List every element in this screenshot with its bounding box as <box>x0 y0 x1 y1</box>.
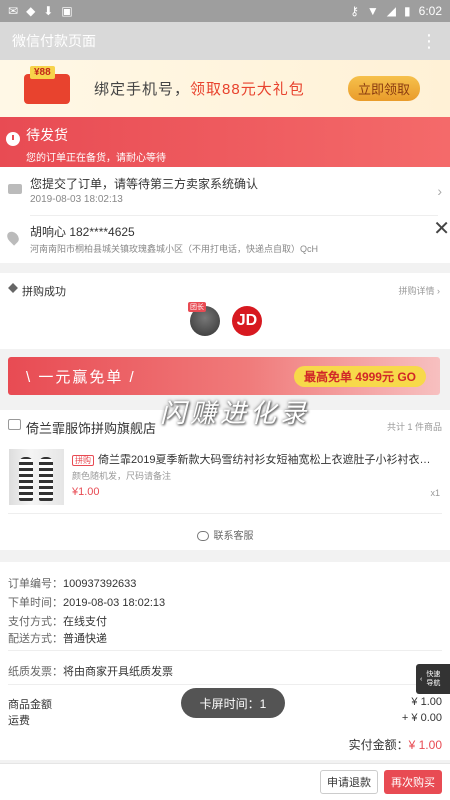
order-time-label: 下单时间： <box>8 597 63 609</box>
quick-nav-button[interactable]: ‹ 快速导航 <box>416 664 450 694</box>
page-title: 微信付款页面 <box>12 33 96 49</box>
buy-again-button[interactable]: 再次购买 <box>384 770 442 794</box>
more-menu-icon[interactable]: ⋮ <box>420 32 438 50</box>
invoice-label: 纸质发票： <box>8 666 63 678</box>
receiver-address: 河南南阳市桐柏县城关镇玫瑰鑫城小区（不用打电话，快递点自取）QcH <box>30 244 319 254</box>
quick-nav-line1: 快速 <box>426 671 441 678</box>
group-buy-section: 拼购成功 拼购详情 › 团长 JD <box>0 273 450 349</box>
product-name[interactable]: 拼购 倚兰霏2019夏季新款大码雪纺衬衫女短袖宽松上衣遮肚子小衫衬衣潮Y16... <box>72 451 440 467</box>
fox-icon: ◆ <box>26 4 36 18</box>
pay-method-label: 支付方式： <box>8 616 63 628</box>
shop-icon <box>8 419 21 430</box>
store-name[interactable]: 倚兰霏服饰拼购旗舰店 <box>26 418 156 437</box>
product-spec: 颜色随机发，尺码请备注 <box>72 471 172 481</box>
free-order-banner[interactable]: \ 一元赢免单 / 最高免单 4999元 GO <box>8 357 440 395</box>
leader-tag: 团长 <box>188 302 206 312</box>
ship-method: 普通快递 <box>63 633 107 645</box>
divider <box>8 650 442 651</box>
location-pin-icon <box>4 229 22 246</box>
bind-phone-text-a: 绑定手机号， <box>94 81 191 98</box>
group-icon <box>8 283 18 293</box>
receiver-name-phone: 胡响心 182****4625 <box>30 225 135 239</box>
shipping-info: 您提交了订单，请等待第三方卖家系统确认 2019-08-03 18:02:13 … <box>0 167 450 263</box>
download-icon: ⬇ <box>43 4 54 18</box>
order-number-label: 订单编号： <box>8 578 63 590</box>
red-packet-icon: ¥88 <box>24 65 70 104</box>
avatar: 团长 <box>188 302 220 336</box>
truck-icon <box>8 184 22 194</box>
invoice-row: 纸质发票：将由商家开具纸质发票 <box>8 663 173 679</box>
ship-method-row: 配送方式：普通快递 <box>8 630 107 646</box>
jd-avatar: JD <box>232 306 262 336</box>
total-paid-label: 实付金额： <box>348 738 409 752</box>
product-title: 倚兰霏2019夏季新款大码雪纺衬衫女短袖宽松上衣遮肚子小衫衬衣潮Y16... <box>98 454 440 466</box>
quick-nav-line2: 导航 <box>426 680 441 687</box>
logistics-time: 2019-08-03 18:02:13 <box>30 194 123 205</box>
order-number: 100937392633 <box>63 578 137 590</box>
total-paid-amount: ¥ 1.00 <box>408 738 442 752</box>
freight-label: 运费 <box>8 715 30 727</box>
refund-button[interactable]: 申请退款 <box>320 770 378 794</box>
order-number-row: 订单编号：100937392633 <box>8 575 136 591</box>
goods-amount-label: 商品金额 <box>8 699 52 711</box>
group-buy-detail-link[interactable]: 拼购详情 › <box>399 284 441 297</box>
bind-phone-banner[interactable]: ¥88 绑定手机号，领取88元大礼包 立即领取 <box>0 60 450 117</box>
watermark: 闪赚进化录 <box>160 399 311 429</box>
battery-icon: ▮ <box>404 4 411 18</box>
chevron-right-icon[interactable]: › <box>437 183 442 199</box>
divider <box>8 684 442 685</box>
group-buy-title: 拼购成功 <box>22 286 66 298</box>
quick-nav-label: 快速 导航 <box>426 670 440 688</box>
wifi-icon: ▼ <box>366 4 379 18</box>
divider <box>8 513 442 514</box>
contact-service-label: 联系客服 <box>213 531 254 542</box>
logistics-text[interactable]: 您提交了订单，请等待第三方卖家系统确认 <box>30 175 258 192</box>
store-card: 倚兰霏服饰拼购旗舰店 共计 1 件商品 拼购 倚兰霏2019夏季新款大码雪纺衬衫女… <box>0 410 450 550</box>
order-status-title: 待发货 <box>26 127 68 143</box>
product-thumbnail[interactable] <box>9 449 64 505</box>
status-bar: ✉ ◆ ⬇ ▣ ⚷ ▼ ◢ ▮ 6:02 <box>0 0 450 22</box>
bind-phone-text-b: 领取88元大礼包 <box>190 81 305 98</box>
model-figure <box>19 457 33 501</box>
order-time-row: 下单时间：2019-08-03 18:02:13 <box>8 594 165 610</box>
title-bar: 微信付款页面 ⋮ <box>0 22 450 60</box>
free-order-go-button[interactable]: 最高免单 4999元 GO <box>293 365 426 387</box>
claim-now-button[interactable]: 立即领取 <box>347 76 420 101</box>
goods-amount: ¥ 1.00 <box>411 696 442 708</box>
clock-icon <box>6 132 20 146</box>
close-icon[interactable]: ✕ <box>433 216 450 241</box>
signal-icon: ◢ <box>386 4 397 18</box>
chevron-left-icon: ‹ <box>420 675 423 683</box>
bottom-action-bar: 申请退款 再次购买 <box>0 763 450 800</box>
key-icon: ⚷ <box>350 4 359 18</box>
order-detail-card: 订单编号：100937392633 下单时间：2019-08-03 18:02:… <box>0 562 450 760</box>
item-count: 共计 1 件商品 <box>386 422 442 432</box>
red-packet-amount: ¥88 <box>30 65 55 79</box>
order-status-subtitle: 您的订单正在备货，请耐心等待 <box>26 153 166 164</box>
ship-method-label: 配送方式： <box>8 633 63 645</box>
product-qty: x1 <box>430 488 440 498</box>
model-figure <box>39 457 53 501</box>
total-paid: 实付金额：¥ 1.00 <box>349 736 442 753</box>
contact-service-button[interactable]: 联系客服 <box>0 527 450 542</box>
notification-icon: ✉ <box>8 4 19 18</box>
chat-icon <box>196 531 209 542</box>
bind-phone-text: 绑定手机号，领取88元大礼包 <box>94 78 305 99</box>
free-order-text: \ 一元赢免单 / <box>26 368 136 386</box>
app-icon: ▣ <box>61 4 73 18</box>
invoice-value: 将由商家开具纸质发票 <box>63 666 173 678</box>
product-price: ¥1.00 <box>72 486 100 498</box>
order-time: 2019-08-03 18:02:13 <box>63 597 166 609</box>
clock-time: 6:02 <box>418 4 442 18</box>
order-status-card: 待发货 您的订单正在备货，请耐心等待 <box>0 117 450 167</box>
freeze-time-toast: 卡屏时间：1 <box>181 688 285 718</box>
pay-method: 在线支付 <box>63 616 107 628</box>
pingou-tag: 拼购 <box>72 455 94 466</box>
pay-method-row: 支付方式：在线支付 <box>8 613 107 629</box>
divider <box>30 215 438 216</box>
freight-amount: + ¥ 0.00 <box>401 712 442 724</box>
